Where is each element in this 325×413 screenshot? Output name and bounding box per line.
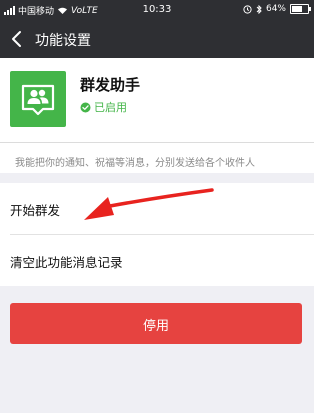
app-name: 群发助手 [80,76,141,94]
status-text: 已启用 [94,101,127,114]
check-circle-icon [80,102,91,112]
battery-icon [290,4,311,14]
start-broadcast-item[interactable]: 开始群发 [0,183,314,234]
status-right: 64% [243,4,311,14]
app-info-section: 群发助手 已启用 我能把你的通知、祝福等消息，分别发送给各个收件人 [0,58,314,173]
alarm-icon [243,4,252,14]
clear-history-label: 清空此功能消息记录 [10,255,123,270]
action-list: 开始群发 清空此功能消息记录 [0,183,314,286]
battery-percent: 64% [265,4,286,14]
bluetooth-icon [256,4,262,14]
status-badge: 已启用 [80,99,127,115]
disable-button-label: 停用 [142,319,169,334]
disable-button[interactable]: 停用 [10,303,302,344]
phone-screen: 中国移动 VoLTE 10:33 64% 功能设置 群发助手 已启用 我能把你的… [0,0,314,413]
app-description: 我能把你的通知、祝福等消息，分别发送给各个收件人 [15,158,255,169]
group-chat-icon [21,84,55,116]
clear-history-item[interactable]: 清空此功能消息记录 [0,235,314,286]
status-bar: 中国移动 VoLTE 10:33 64% [0,0,314,20]
chevron-left-icon [12,31,21,47]
back-button[interactable] [6,26,28,52]
divider [0,142,314,143]
start-broadcast-label: 开始群发 [10,203,61,218]
nav-bar: 功能设置 [0,20,314,58]
app-icon [10,71,66,127]
page-title: 功能设置 [35,33,91,49]
